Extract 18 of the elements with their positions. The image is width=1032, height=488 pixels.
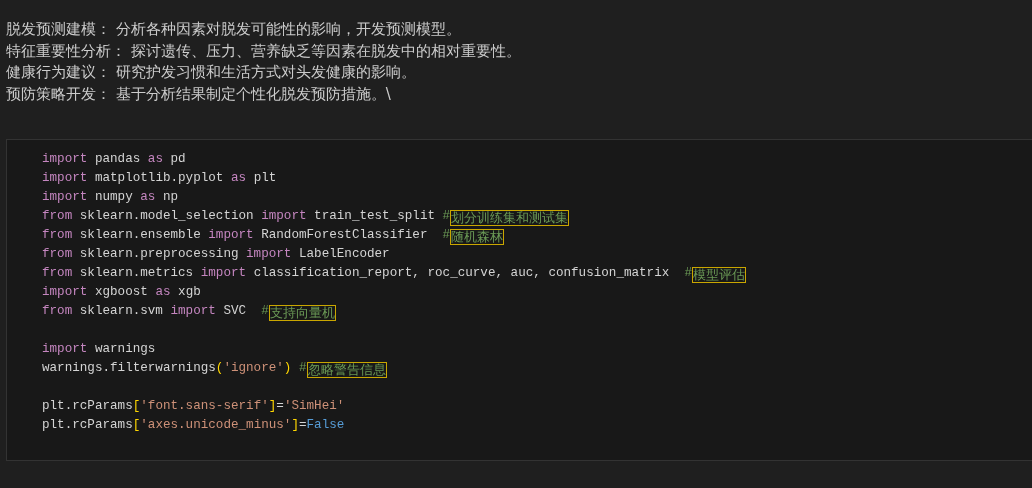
code-line: import pandas as pd: [42, 151, 186, 168]
markdown-line: 健康行为建议： 研究护发习惯和生活方式对头发健康的影响。: [6, 62, 417, 83]
code-line: from sklearn.ensemble import RandomForestClassifier #随机森林: [42, 227, 505, 245]
code-line: from sklearn.preprocessing import LabelEncoder: [42, 246, 390, 263]
code-line: from sklearn.metrics import classification_report, roc_curve, auc, confusion_matrix #模型评估: [42, 265, 746, 283]
code-line: plt.rcParams['axes.unicode_minus']=False: [42, 417, 345, 434]
code-line: from sklearn.model_selection import train_test_split #划分训练集和测试集: [42, 208, 570, 226]
code-line: import matplotlib.pyplot as plt: [42, 170, 277, 187]
code-line: import warnings: [42, 341, 156, 358]
code-line: import numpy as np: [42, 189, 179, 206]
code-line: import xgboost as xgb: [42, 284, 201, 301]
code-line: plt.rcParams['font.sans-serif']='SimHei': [42, 398, 345, 415]
markdown-line: 脱发预测建模： 分析各种因素对脱发可能性的影响，开发预测模型。: [6, 19, 462, 40]
code-line: warnings.filterwarnings('ignore') #忽略警告信息: [42, 360, 387, 378]
code-cell[interactable]: [6, 139, 1032, 461]
markdown-line: 特征重要性分析： 探讨遗传、压力、营养缺乏等因素在脱发中的相对重要性。: [6, 40, 522, 62]
code-line: from sklearn.svm import SVC #支持向量机: [42, 303, 336, 321]
markdown-line: 预防策略开发： 基于分析结果制定个性化脱发预防措施。\: [6, 83, 392, 105]
